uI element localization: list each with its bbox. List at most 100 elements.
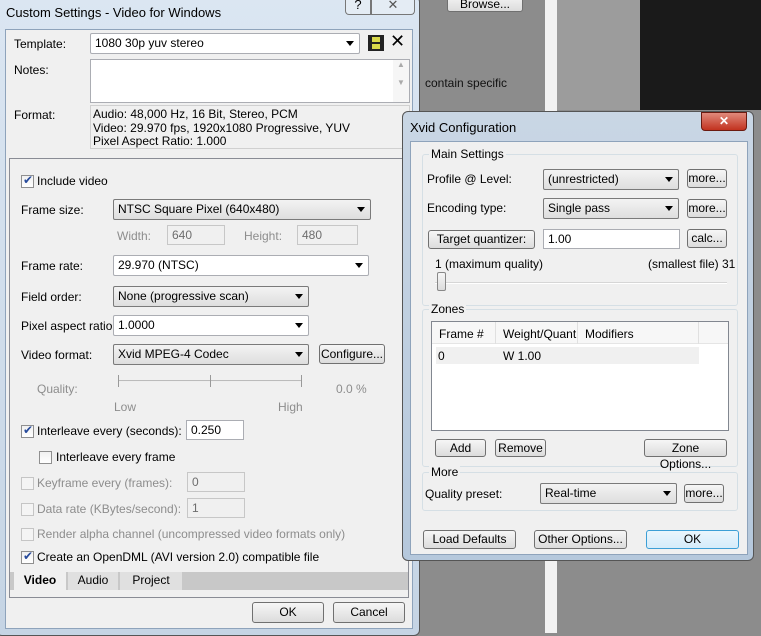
frame-rate-value: 29.970 (NTSC) xyxy=(118,258,199,272)
interleave-frame-checkbox[interactable] xyxy=(39,451,52,464)
par-value: 1.0000 xyxy=(118,318,155,332)
interleave-frame-label: Interleave every frame xyxy=(56,450,176,464)
opendml-label: Create an OpenDML (AVI version 2.0) comp… xyxy=(37,550,320,564)
quantizer-slider-thumb[interactable] xyxy=(437,272,446,291)
keyframe-input[interactable]: 0 xyxy=(187,472,245,492)
profile-value: (unrestricted) xyxy=(548,172,619,186)
opendml-checkbox[interactable] xyxy=(21,549,34,564)
column-header-frame[interactable]: Frame # xyxy=(439,327,484,341)
tab-audio[interactable]: Audio xyxy=(68,572,118,590)
background-area xyxy=(557,0,640,110)
save-icon[interactable] xyxy=(368,35,384,51)
field-order-dropdown[interactable]: None (progressive scan) xyxy=(113,286,309,307)
keyframe-label: Keyframe every (frames): xyxy=(37,476,173,490)
close-button[interactable]: ✕ xyxy=(371,0,415,15)
format-audio: Audio: 48,000 Hz, 16 Bit, Stereo, PCM xyxy=(93,107,298,121)
quantizer-slider-track[interactable] xyxy=(435,282,727,284)
template-dropdown[interactable]: 1080 30p yuv stereo xyxy=(90,33,360,54)
target-quantizer-button[interactable]: Target quantizer: xyxy=(428,230,535,249)
browse-button[interactable]: Browse... xyxy=(447,0,523,12)
width-input[interactable]: 640 xyxy=(167,225,225,245)
datarate-label: Data rate (KBytes/second): xyxy=(37,502,182,516)
ok-button[interactable]: OK xyxy=(252,602,324,623)
chevron-down-icon xyxy=(665,177,673,182)
delete-icon[interactable]: ✕ xyxy=(390,31,405,52)
xvid-ok-button[interactable]: OK xyxy=(646,530,739,549)
interleave-checkbox[interactable] xyxy=(21,423,34,438)
background-dark-area xyxy=(640,0,761,110)
quality-slider[interactable] xyxy=(118,375,302,387)
datarate-input[interactable]: 1 xyxy=(187,498,245,518)
background-text: contain specific xyxy=(425,76,508,90)
cancel-button[interactable]: Cancel xyxy=(333,602,405,623)
zones-header: Frame # Weight/Quant Modifiers xyxy=(432,322,728,344)
frame-size-dropdown[interactable]: NTSC Square Pixel (640x480) xyxy=(113,199,371,220)
interleave-label: Interleave every (seconds): xyxy=(37,424,182,438)
alpha-checkbox[interactable] xyxy=(21,528,34,541)
quality-low-label: Low xyxy=(114,400,137,414)
encoding-dropdown[interactable]: Single pass xyxy=(543,198,679,219)
chevron-down-icon xyxy=(355,263,363,268)
profile-label: Profile @ Level: xyxy=(427,172,512,186)
zones-label: Zones xyxy=(429,302,467,316)
zone-weight: W 1.00 xyxy=(503,349,542,363)
chevron-down-icon xyxy=(665,206,673,211)
zone-row[interactable]: 0 W 1.00 xyxy=(436,347,699,364)
chevron-down-icon xyxy=(295,294,303,299)
slider-max-label: (smallest file) 31 xyxy=(648,257,736,271)
notes-label: Notes: xyxy=(14,63,49,77)
alpha-label: Render alpha channel (uncompressed video… xyxy=(37,527,346,541)
column-header-weight[interactable]: Weight/Quant xyxy=(503,327,576,341)
tab-video[interactable]: Video xyxy=(14,572,66,590)
par-label: Pixel aspect ratio: xyxy=(21,319,116,333)
datarate-checkbox[interactable] xyxy=(21,503,34,516)
height-input[interactable]: 480 xyxy=(297,225,358,245)
xvid-close-button[interactable]: ✕ xyxy=(701,112,747,131)
load-defaults-button[interactable]: Load Defaults xyxy=(423,530,516,549)
encoding-more-button[interactable]: more... xyxy=(687,199,727,218)
par-dropdown[interactable]: 1.0000 xyxy=(113,315,309,336)
quality-preset-value: Real-time xyxy=(545,486,597,500)
column-header-modifiers[interactable]: Modifiers xyxy=(585,327,634,341)
template-label: Template: xyxy=(14,37,67,51)
encoding-label: Encoding type: xyxy=(427,201,507,215)
add-zone-button[interactable]: Add xyxy=(435,439,486,457)
format-readout: Audio: 48,000 Hz, 16 Bit, Stereo, PCM Vi… xyxy=(90,105,410,149)
format-par: Pixel Aspect Ratio: 1.000 xyxy=(93,134,227,148)
height-label: Height: xyxy=(244,229,283,243)
notes-textarea[interactable]: ▲ ▼ xyxy=(90,59,410,103)
custom-settings-window: Custom Settings - Video for Windows ? ✕ … xyxy=(0,0,420,636)
calc-button[interactable]: calc... xyxy=(687,229,727,248)
interleave-input[interactable]: 0.250 xyxy=(186,420,244,440)
include-video-checkbox[interactable] xyxy=(21,173,34,188)
zone-frame: 0 xyxy=(438,349,445,363)
zones-table[interactable]: Frame # Weight/Quant Modifiers 0 W 1.00 xyxy=(431,321,729,431)
video-format-dropdown[interactable]: Xvid MPEG-4 Codec xyxy=(113,344,309,365)
configure-button[interactable]: Configure... xyxy=(319,344,385,364)
chevron-down-icon xyxy=(663,491,671,496)
tab-project[interactable]: Project xyxy=(120,572,182,590)
remove-zone-button[interactable]: Remove xyxy=(495,439,546,457)
xvid-configuration-window: Xvid Configuration ✕ Main Settings Profi… xyxy=(402,111,754,561)
profile-more-button[interactable]: more... xyxy=(687,169,727,188)
quality-preset-dropdown[interactable]: Real-time xyxy=(540,483,677,504)
field-order-label: Field order: xyxy=(21,290,82,304)
frame-rate-dropdown[interactable]: 29.970 (NTSC) xyxy=(113,255,369,276)
frame-rate-label: Frame rate: xyxy=(21,259,84,273)
profile-dropdown[interactable]: (unrestricted) xyxy=(543,169,679,190)
video-format-value: Xvid MPEG-4 Codec xyxy=(118,347,229,361)
format-label: Format: xyxy=(14,108,56,122)
target-quantizer-input[interactable]: 1.00 xyxy=(543,229,680,249)
help-button[interactable]: ? xyxy=(345,0,371,15)
width-label: Width: xyxy=(117,229,152,243)
slider-min-label: 1 (maximum quality) xyxy=(435,257,544,271)
xvid-window-title: Xvid Configuration xyxy=(410,120,517,135)
chevron-down-icon xyxy=(357,207,365,212)
zone-options-button[interactable]: Zone Options... xyxy=(644,439,727,471)
quality-preset-more-button[interactable]: more... xyxy=(684,484,724,503)
keyframe-checkbox[interactable] xyxy=(21,477,34,490)
notes-scrollbar[interactable]: ▲ ▼ xyxy=(393,60,409,102)
other-options-button[interactable]: Other Options... xyxy=(534,530,627,549)
more-group-label: More xyxy=(429,465,461,479)
include-video-label: Include video xyxy=(37,174,108,188)
